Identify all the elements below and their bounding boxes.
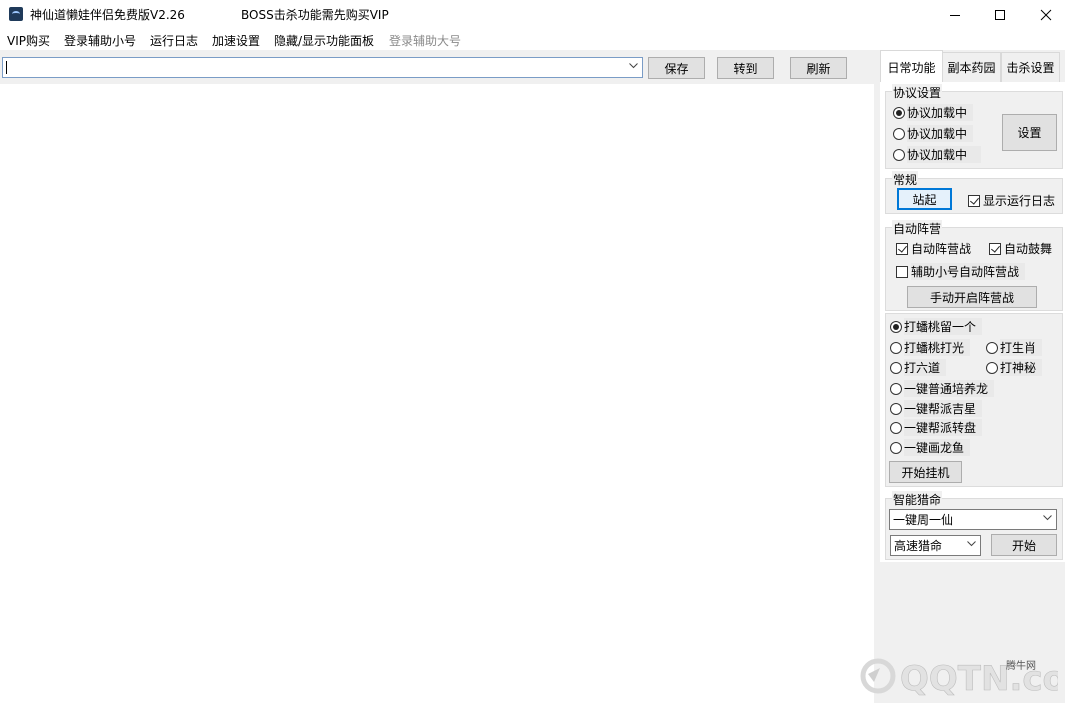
- task-option-label: 打生肖: [1000, 339, 1043, 356]
- task-option-six-paths[interactable]: 打六道: [890, 359, 947, 376]
- radio[interactable]: [986, 361, 998, 374]
- checkbox-checked[interactable]: [968, 194, 980, 207]
- tab-dungeon-garden[interactable]: 副本药园: [942, 52, 1001, 83]
- radio-selected[interactable]: [893, 106, 905, 119]
- task-option-label: 打蟠桃打光: [904, 339, 971, 356]
- watermark-logo: QQTN.com: [860, 658, 1058, 698]
- auto-drum-label: 自动鼓舞: [1004, 242, 1053, 256]
- task-option-guild-star[interactable]: 一键帮派吉星: [890, 400, 983, 417]
- menu-toggle-panel[interactable]: 隐藏/显示功能面板: [274, 32, 374, 49]
- hunt-mode-select[interactable]: 高速猎命: [890, 535, 981, 556]
- task-option-mystery[interactable]: 打神秘: [986, 359, 1043, 376]
- protocol-group-title: 协议设置: [892, 84, 943, 101]
- refresh-button[interactable]: 刷新: [790, 57, 847, 79]
- radio[interactable]: [893, 127, 905, 140]
- hunt-mode-value: 高速猎命: [894, 539, 943, 553]
- task-option-dragon-fish[interactable]: 一键画龙鱼: [890, 439, 971, 456]
- task-option-label: 一键普通培养龙: [904, 380, 995, 397]
- vip-notice: BOSS击杀功能需先购买VIP: [241, 8, 389, 22]
- chevron-down-icon: [1043, 515, 1052, 521]
- show-log-checkbox[interactable]: 显示运行日志: [968, 192, 1055, 209]
- task-option-guild-wheel[interactable]: 一键帮派转盘: [890, 419, 983, 436]
- task-option-label: 一键画龙鱼: [904, 439, 971, 456]
- auto-camp-label: 自动阵营战: [911, 242, 972, 256]
- protocol-option-1[interactable]: 协议加载中: [893, 104, 974, 121]
- chevron-down-icon: [967, 541, 976, 547]
- radio-selected[interactable]: [890, 320, 902, 333]
- show-log-label: 显示运行日志: [983, 194, 1056, 208]
- task-option-label: 一键帮派转盘: [904, 419, 983, 436]
- auto-drum-checkbox[interactable]: 自动鼓舞: [989, 240, 1052, 257]
- minimize-icon: [950, 14, 960, 16]
- protocol-option-label: 协议加载中: [907, 104, 974, 121]
- chevron-down-icon[interactable]: [629, 63, 638, 69]
- goto-button[interactable]: 转到: [717, 57, 774, 79]
- checkbox-checked[interactable]: [989, 242, 1001, 255]
- stand-button[interactable]: 站起: [897, 188, 952, 210]
- text-cursor: [6, 61, 7, 74]
- manual-camp-button[interactable]: 手动开启阵营战: [907, 286, 1037, 308]
- minimize-button[interactable]: [932, 0, 978, 29]
- checkbox[interactable]: [896, 265, 908, 278]
- radio[interactable]: [890, 382, 902, 395]
- hunt-group-title: 智能猎命: [892, 491, 943, 508]
- app-icon: [9, 7, 23, 21]
- hunt-start-button[interactable]: 开始: [991, 534, 1057, 556]
- radio[interactable]: [890, 441, 902, 454]
- window-title: 神仙道懒娃伴侣免费版V2.26: [30, 8, 185, 22]
- radio[interactable]: [986, 341, 998, 354]
- tab-daily[interactable]: 日常功能: [880, 50, 943, 83]
- radio[interactable]: [890, 341, 902, 354]
- menu-login-main: 登录辅助大号: [389, 34, 462, 48]
- task-option-label: 一键帮派吉星: [904, 400, 983, 417]
- protocol-option-label: 协议加载中: [907, 146, 982, 163]
- save-button[interactable]: 保存: [648, 57, 705, 79]
- radio[interactable]: [893, 148, 905, 161]
- task-option-peach-all[interactable]: 打蟠桃打光: [890, 339, 971, 356]
- menu-vip-purchase[interactable]: VIP购买: [7, 32, 50, 49]
- general-group-title: 常规: [892, 171, 919, 188]
- radio[interactable]: [890, 361, 902, 374]
- task-option-zodiac[interactable]: 打生肖: [986, 339, 1043, 356]
- menu-bar: VIP购买 登录辅助小号 运行日志 加速设置 隐藏/显示功能面板 登录辅助大号: [0, 29, 1065, 50]
- close-icon: [1040, 9, 1052, 20]
- protocol-settings-button[interactable]: 设置: [1002, 114, 1057, 151]
- checkbox-checked[interactable]: [896, 242, 908, 255]
- radio[interactable]: [890, 421, 902, 434]
- task-option-label: 打蟠桃留一个: [904, 318, 983, 335]
- watermark-site-label: 腾牛网: [1006, 661, 1036, 672]
- task-option-dragon-train[interactable]: 一键普通培养龙: [890, 380, 995, 397]
- auto-camp-group-title: 自动阵营: [892, 220, 943, 237]
- hunt-target-select[interactable]: 一键周一仙: [889, 509, 1057, 530]
- auto-camp-checkbox[interactable]: 自动阵营战: [896, 240, 971, 257]
- alt-camp-checkbox[interactable]: 辅助小号自动阵营战: [896, 263, 1026, 280]
- close-button[interactable]: [1023, 0, 1065, 29]
- protocol-option-2[interactable]: 协议加载中: [893, 125, 974, 142]
- task-option-label: 打六道: [904, 359, 947, 376]
- protocol-option-label: 协议加载中: [907, 125, 974, 142]
- maximize-icon: [995, 9, 1005, 20]
- menu-login-alt[interactable]: 登录辅助小号: [64, 32, 136, 49]
- url-combobox[interactable]: [2, 57, 643, 78]
- title-bar: 神仙道懒娃伴侣免费版V2.26 BOSS击杀功能需先购买VIP: [0, 0, 1065, 30]
- menu-speed-settings[interactable]: 加速设置: [212, 32, 260, 49]
- protocol-option-3[interactable]: 协议加载中: [893, 146, 982, 163]
- tab-kill-settings[interactable]: 击杀设置: [1001, 52, 1060, 83]
- task-option-peach-keep[interactable]: 打蟠桃留一个: [890, 318, 983, 335]
- alt-camp-label: 辅助小号自动阵营战: [911, 263, 1026, 280]
- maximize-button[interactable]: [977, 0, 1023, 29]
- radio[interactable]: [890, 402, 902, 415]
- start-idle-button[interactable]: 开始挂机: [889, 461, 962, 483]
- hunt-target-value: 一键周一仙: [893, 513, 954, 527]
- browser-view[interactable]: [0, 84, 876, 703]
- menu-run-log[interactable]: 运行日志: [150, 32, 198, 49]
- app-window: 神仙道懒娃伴侣免费版V2.26 BOSS击杀功能需先购买VIP VIP购买 登录…: [0, 0, 1065, 703]
- task-option-label: 打神秘: [1000, 359, 1043, 376]
